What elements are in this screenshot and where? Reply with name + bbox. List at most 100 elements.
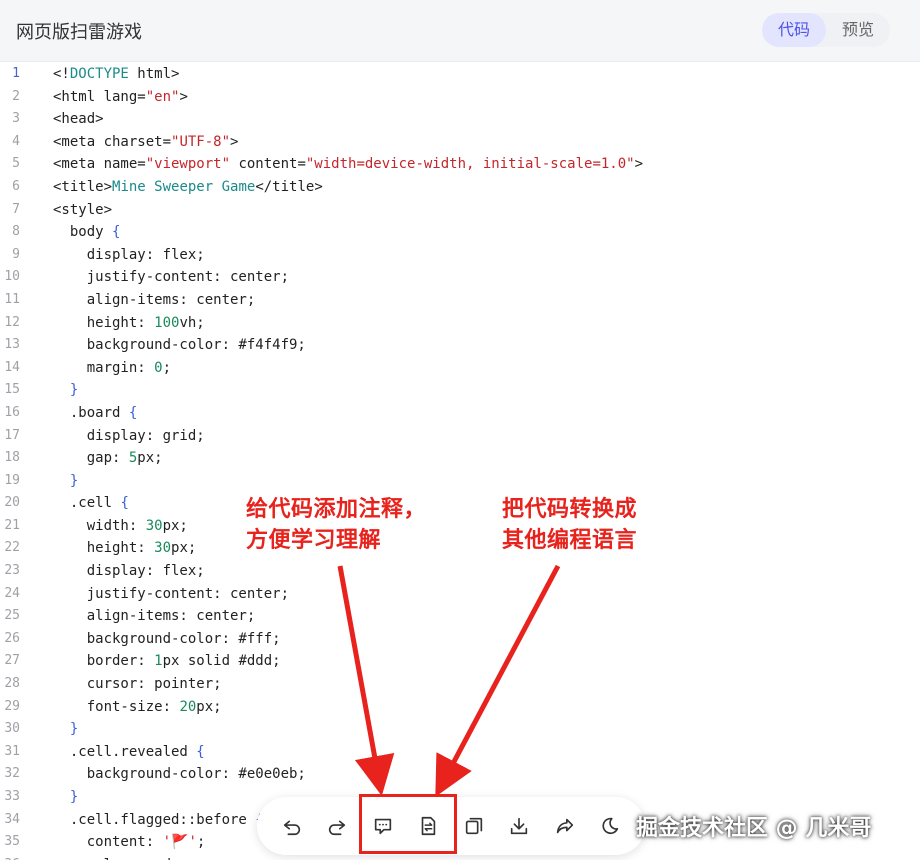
code-line: 14 margin: 0; (0, 357, 920, 380)
code-text: } (69, 472, 79, 489)
line-number: 34 (4, 811, 20, 827)
code-line: 23 display: flex; (0, 560, 920, 583)
share-icon (556, 818, 573, 834)
code-text: } (69, 789, 79, 805)
annotation-line: 方便学习理解 (246, 528, 382, 553)
line-number: 19 (4, 472, 20, 488)
code-text: content: '🚩'; (53, 834, 206, 851)
code-line: 5 <meta name="viewport" content="width=de… (0, 153, 920, 176)
code-line: 1 <!DOCTYPE html> (0, 63, 920, 86)
page-title: 网页版扫雷游戏 (16, 22, 142, 43)
download-button[interactable] (506, 813, 532, 839)
line-number: 28 (4, 676, 20, 692)
add-comment-button[interactable] (370, 813, 396, 839)
code-text: display: flex; (53, 563, 205, 580)
line-number: 14 (4, 359, 20, 375)
code-text: <html lang="en"> (53, 88, 188, 105)
line-number: 27 (4, 653, 20, 669)
code-text: gap: 5px; (53, 450, 163, 467)
line-number: 11 (4, 291, 20, 307)
code-text: cursor: pointer; (53, 676, 222, 693)
code-line: 19 } (0, 470, 920, 493)
code-line: 18 gap: 5px; (0, 447, 920, 470)
download-icon (510, 817, 528, 835)
line-number: 6 (12, 178, 20, 194)
code-line: 26 background-color: #fff; (0, 628, 920, 651)
code-line: 20 .cell { (0, 492, 920, 515)
tab-preview[interactable]: 预览 (826, 13, 890, 47)
code-toolbar (257, 797, 645, 855)
line-number: 9 (12, 246, 20, 262)
code-line: 25 align-items: center; (0, 605, 920, 628)
code-text: } (69, 382, 79, 399)
code-line: 6 <title>Mine Sweeper Game</title> (0, 176, 920, 199)
code-text: .cell.flagged::before { (53, 811, 264, 828)
code-text: justify-content: center; (53, 585, 290, 602)
line-number: 25 (4, 608, 20, 624)
code-line: 16 .board { (0, 402, 920, 425)
line-number: 10 (4, 269, 20, 285)
code-line: 2 <html lang="en"> (0, 86, 920, 109)
annotation-convert-language: 把代码转换成 其他编程语言 (502, 494, 637, 556)
annotation-line: 把代码转换成 (502, 497, 638, 522)
code-line: 30 } (0, 718, 920, 741)
line-number: 16 (4, 404, 20, 420)
line-number: 33 (4, 789, 20, 804)
code-text: justify-content: center; (53, 269, 290, 286)
code-line: 8 body { (0, 221, 920, 244)
line-number: 35 (4, 834, 20, 850)
code-line: 10 justify-content: center; (0, 266, 920, 289)
editor-header: 网页版扫雷游戏 代码 预览 (0, 0, 920, 62)
code-text: <meta name="viewport" content="width=dev… (53, 156, 644, 173)
line-number: 8 (12, 224, 20, 240)
code-line: 12 height: 100vh; (0, 312, 920, 335)
line-number: 36 (0, 854, 20, 860)
code-text: <meta charset="UTF-8"> (53, 133, 239, 150)
line-number: 23 (4, 563, 20, 579)
code-text: <title>Mine Sweeper Game</title> (53, 178, 323, 195)
line-number: 22 (4, 540, 20, 556)
tab-code[interactable]: 代码 (761, 13, 826, 47)
code-editor[interactable]: 1 <!DOCTYPE html> 2 <html lang="en"> 3 <head>… (0, 62, 920, 860)
line-number: 13 (4, 337, 20, 353)
line-number: 24 (4, 585, 20, 601)
line-number: 2 (12, 88, 20, 104)
code-line: 15 } (0, 379, 920, 402)
code-text: background-color: #e0e0eb; (53, 766, 306, 783)
code-line: 24 justify-content: center; (0, 583, 920, 606)
theme-toggle-button[interactable] (597, 813, 623, 839)
line-number: 30 (4, 721, 20, 737)
code-text: width: 30px; (53, 517, 188, 534)
annotation-line: 给代码添加注释， (246, 497, 427, 522)
share-button[interactable] (552, 813, 578, 839)
copy-button[interactable] (461, 813, 487, 839)
code-text: <style> (53, 201, 113, 218)
code-text: margin: 0; (53, 359, 172, 376)
convert-code-button[interactable] (415, 813, 441, 839)
line-number: 3 (12, 111, 20, 127)
code-line: 17 display: grid; (0, 425, 920, 448)
code-line: 28 cursor: pointer; (0, 673, 920, 696)
line-number: 32 (4, 766, 20, 782)
line-number: 17 (4, 427, 20, 443)
code-text: display: flex; (53, 246, 205, 263)
code-line: 9 display: flex; (0, 244, 920, 267)
code-text: height: 30px; (53, 540, 197, 557)
line-number: 12 (4, 314, 20, 330)
code-line: 13 background-color: #f4f4f9; (0, 334, 920, 357)
code-text: <head> (53, 111, 104, 128)
code-text: height: 100vh; (53, 314, 205, 331)
code-text: font-size: 20px; (53, 698, 222, 715)
code-line: 11 align-items: center; (0, 289, 920, 312)
annotation-add-comments: 给代码添加注释， 方便学习理解 (246, 494, 426, 556)
code-line: 21 width: 30px; (0, 515, 920, 538)
line-number: 18 (4, 450, 20, 466)
undo-icon (283, 820, 301, 836)
convert-icon (421, 816, 436, 836)
undo-button[interactable] (279, 813, 305, 839)
line-number: 29 (4, 698, 20, 714)
redo-button[interactable] (324, 813, 350, 839)
code-text: } (69, 721, 79, 738)
code-line: 32 background-color: #e0e0eb; (0, 763, 920, 786)
code-text: body { (53, 224, 121, 241)
